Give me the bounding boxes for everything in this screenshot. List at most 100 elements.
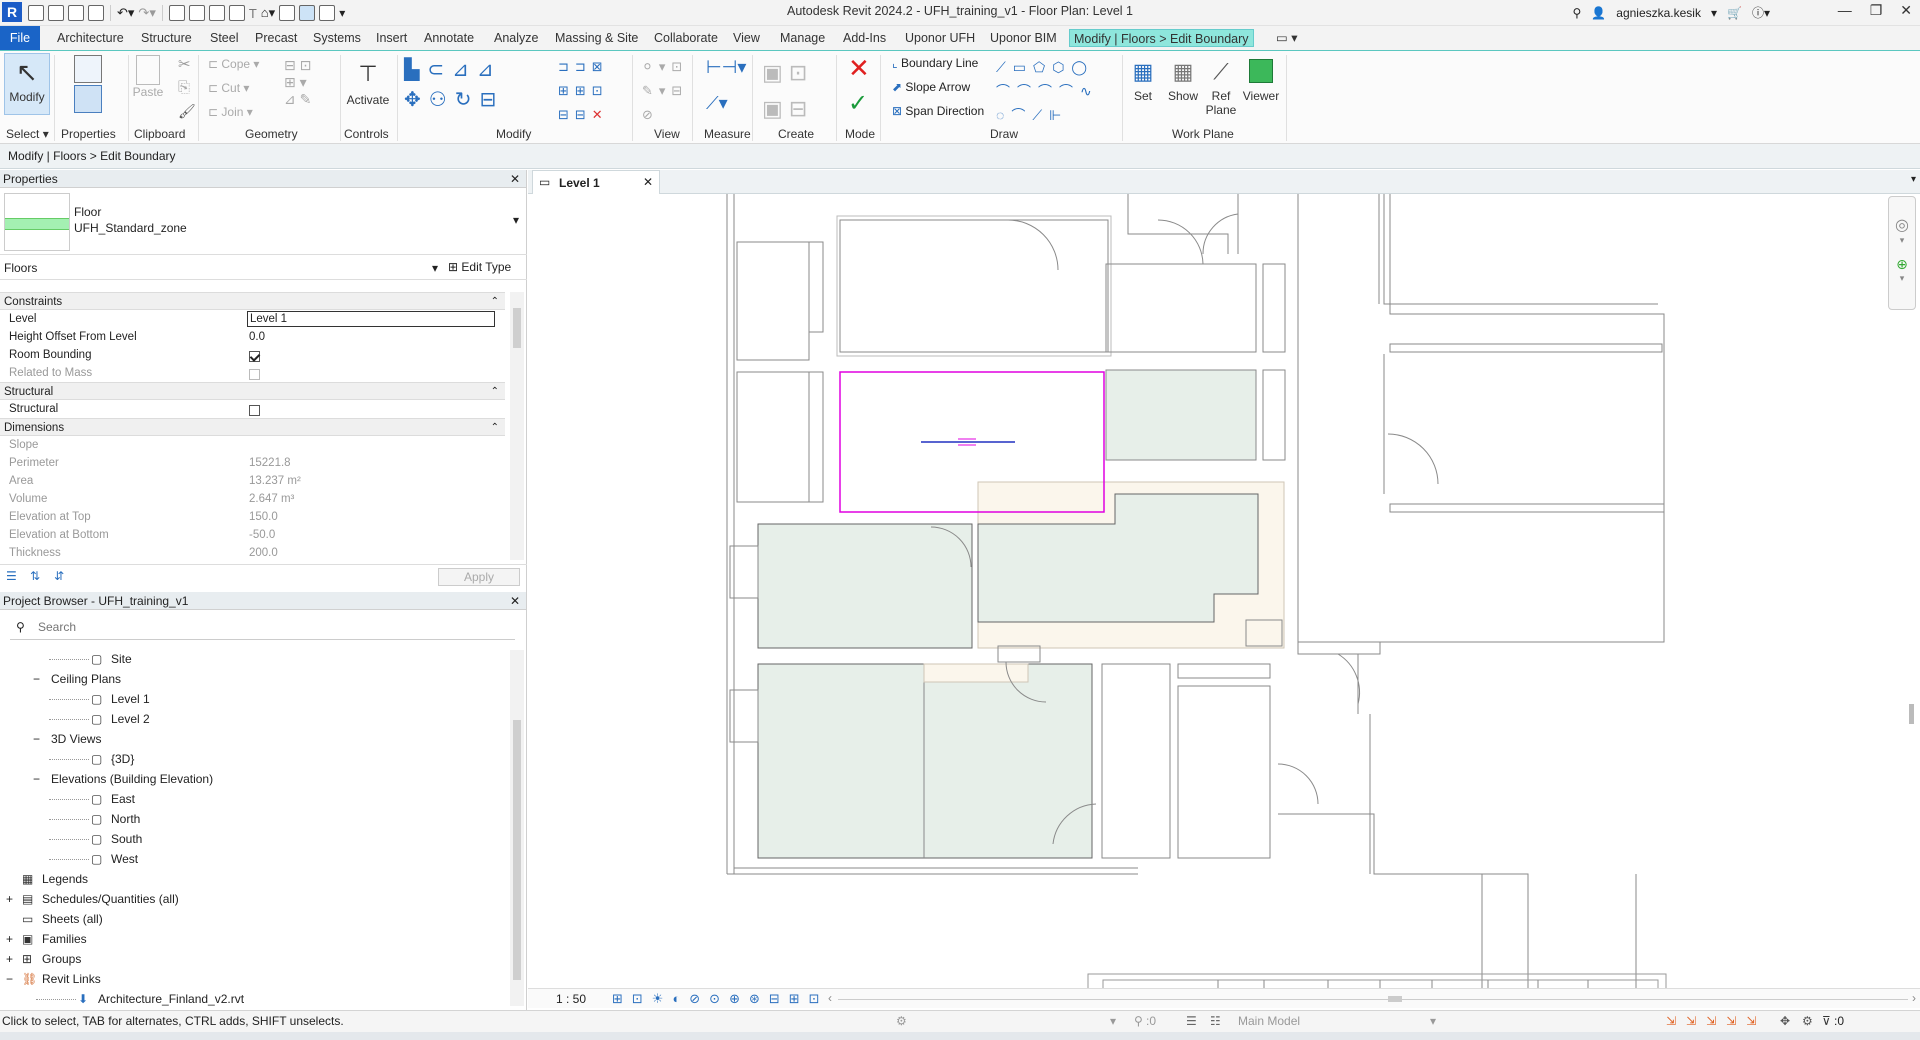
- search-input[interactable]: [38, 620, 498, 634]
- span-direction-symbol[interactable]: [921, 438, 1015, 446]
- measure-icon[interactable]: ⊢⊣▾: [706, 57, 746, 78]
- property-section[interactable]: Structural ⌃: [0, 382, 505, 400]
- slope-arrow-button[interactable]: ⬈ Slope Arrow: [892, 80, 970, 94]
- cart-icon[interactable]: 🛒: [1727, 6, 1742, 20]
- cut-geometry-button[interactable]: ⊏ Cut ▾: [208, 81, 249, 95]
- dimension-icon[interactable]: [208, 5, 225, 21]
- tab-collaborate[interactable]: Collaborate: [650, 29, 722, 47]
- view-tab-level-1[interactable]: ▭ Level 1 ✕: [532, 170, 660, 194]
- sort-za-icon[interactable]: ⇵: [54, 569, 64, 583]
- tab-insert[interactable]: Insert: [372, 29, 411, 47]
- edit-type-button[interactable]: ⊞ Edit Type: [448, 260, 511, 274]
- scroll-left-icon[interactable]: ‹: [828, 991, 832, 1005]
- property-section[interactable]: Constraints ⌃: [0, 292, 505, 310]
- background-process-icon[interactable]: ⚙: [1802, 1011, 1813, 1031]
- level-field[interactable]: Level 1: [247, 311, 495, 327]
- canvas-hscrollbar[interactable]: [838, 999, 1908, 1000]
- copy-icon[interactable]: ⎘: [178, 79, 200, 101]
- property-value[interactable]: 0.0: [249, 328, 265, 346]
- set-button[interactable]: ▦ Set: [1128, 55, 1158, 103]
- geometry-tools-icon[interactable]: ⊟ ⊡ ⊞ ▾ ⊿ ✎: [284, 57, 311, 108]
- measure-icon[interactable]: [188, 5, 205, 21]
- apply-button[interactable]: Apply: [438, 568, 520, 586]
- close-icon[interactable]: ✕: [643, 175, 653, 189]
- floor-plan-drawing[interactable]: [528, 194, 1920, 988]
- cancel-edit-mode-icon[interactable]: ✕: [848, 53, 870, 84]
- collapse-icon[interactable]: −: [33, 770, 40, 788]
- chevron-down-icon[interactable]: ▾: [432, 261, 438, 275]
- text-icon[interactable]: T: [249, 6, 257, 21]
- browser-scrollbar[interactable]: [510, 650, 524, 1006]
- boundary-line-button[interactable]: ⌞ Boundary Line: [892, 56, 978, 70]
- activate-button[interactable]: ⊤ Activate: [344, 55, 392, 107]
- cope-button[interactable]: ⊏ Cope ▾: [208, 57, 259, 71]
- modify-small-tools-icon[interactable]: ⊐⊐⊠ ⊞⊞⊡ ⊟⊟✕: [558, 55, 609, 127]
- collapse-icon[interactable]: −: [6, 970, 13, 988]
- show-button[interactable]: ▦ Show: [1166, 55, 1200, 103]
- tab-file[interactable]: File: [0, 26, 40, 50]
- selection-filter-icons[interactable]: ⇲⇲⇲⇲⇲: [1666, 1011, 1766, 1031]
- instance-selector[interactable]: Floors: [4, 261, 37, 275]
- undo-icon[interactable]: ↶▾: [117, 5, 134, 21]
- type-selector[interactable]: Floor UFH_Standard_zone ▾: [0, 189, 527, 255]
- revit-logo[interactable]: R: [2, 2, 22, 22]
- sync-icon[interactable]: [88, 5, 104, 21]
- tab-architecture[interactable]: Architecture: [53, 29, 128, 47]
- worksharing-icon[interactable]: ⚙: [896, 1011, 907, 1031]
- print-icon[interactable]: [168, 5, 185, 21]
- chevron-down-icon[interactable]: ▾: [513, 213, 519, 227]
- categorize-icon[interactable]: ☰: [6, 569, 17, 583]
- expand-icon[interactable]: +: [6, 950, 13, 968]
- editable-icon[interactable]: ☷: [1210, 1011, 1221, 1031]
- close-window-button[interactable]: ✕: [1900, 2, 1912, 19]
- collapse-icon[interactable]: ⌃: [491, 293, 499, 311]
- property-checkbox[interactable]: [249, 350, 260, 362]
- redo-icon[interactable]: ↷▾: [138, 5, 155, 21]
- view-scale[interactable]: 1 : 50: [556, 992, 586, 1006]
- steering-wheel-icon[interactable]: ◎: [1889, 215, 1915, 235]
- close-icon[interactable]: ✕: [510, 592, 520, 610]
- modify-tool-button[interactable]: ↖ Modify: [4, 53, 50, 115]
- tab-annotate[interactable]: Annotate: [420, 29, 478, 47]
- properties-button[interactable]: [68, 55, 108, 115]
- minimize-button[interactable]: —: [1838, 2, 1852, 19]
- viewer-button[interactable]: Viewer: [1240, 55, 1282, 103]
- chevron-down-icon[interactable]: ▾: [1110, 1011, 1116, 1031]
- user-name[interactable]: agnieszka.kesik: [1616, 6, 1701, 20]
- tab-steel[interactable]: Steel: [206, 29, 243, 47]
- span-direction-button[interactable]: ⊠ Span Direction: [892, 104, 984, 118]
- collapse-icon[interactable]: ⌃: [491, 383, 499, 401]
- collapse-icon[interactable]: −: [33, 730, 40, 748]
- tab-uponor-bim[interactable]: Uponor BIM: [986, 29, 1061, 47]
- save-icon[interactable]: [68, 5, 84, 21]
- filter-icon[interactable]: ⊽: [1822, 1011, 1831, 1031]
- help-icon[interactable]: ⓘ▾: [1752, 4, 1770, 21]
- open-folder-icon[interactable]: [48, 5, 64, 21]
- tab-massing[interactable]: Massing & Site: [551, 29, 642, 47]
- cut-icon[interactable]: ✂: [178, 55, 200, 77]
- chevron-down-icon[interactable]: ▾: [1430, 1011, 1436, 1031]
- property-section[interactable]: Dimensions ⌃: [0, 418, 505, 436]
- active-model[interactable]: Main Model: [1238, 1011, 1300, 1031]
- thin-lines-icon[interactable]: [299, 5, 316, 21]
- drag-elements-icon[interactable]: ✥: [1780, 1011, 1790, 1031]
- tab-manage[interactable]: Manage: [776, 29, 829, 47]
- tab-uponor-ufh[interactable]: Uponor UFH: [901, 29, 979, 47]
- ref-plane-button[interactable]: ⟋ Ref Plane: [1204, 55, 1238, 117]
- match-type-icon[interactable]: 🖌: [178, 103, 200, 125]
- tab-analyze[interactable]: Analyze: [490, 29, 542, 47]
- collapse-icon[interactable]: ⌃: [491, 419, 499, 437]
- paste-button[interactable]: Paste: [130, 55, 166, 99]
- tab-view[interactable]: View: [729, 29, 764, 47]
- draw-shapes-icon[interactable]: ⟋▭⬠⬡◯ ⌒⌒⌒⌒∿ ◌⌒⟋⊩: [996, 55, 1099, 127]
- tab-menu-icon[interactable]: ▾: [1911, 174, 1916, 185]
- canvas-vscrollbar[interactable]: [1906, 314, 1918, 984]
- select-dropdown[interactable]: Select ▾: [6, 127, 49, 141]
- browser-search[interactable]: ⚲: [10, 618, 515, 640]
- zoom-icon[interactable]: ⊕: [1889, 256, 1915, 273]
- section-icon[interactable]: [279, 5, 296, 21]
- collapse-icon[interactable]: −: [33, 670, 40, 688]
- restore-button[interactable]: ❐: [1870, 2, 1883, 19]
- chevron-down-icon[interactable]: ▾: [1711, 6, 1717, 20]
- tag-icon[interactable]: [228, 5, 245, 21]
